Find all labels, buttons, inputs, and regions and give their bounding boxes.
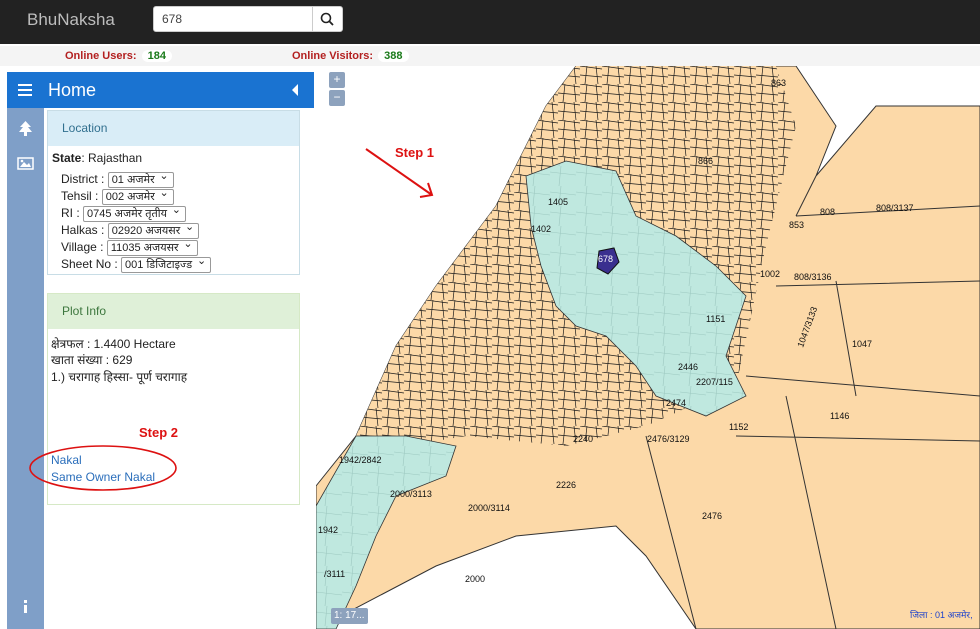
plot-number: 853 [789, 220, 805, 230]
plot-number: 2000/3114 [468, 503, 510, 513]
plot-number: 1942/2842 [339, 455, 382, 465]
online-visitors-label: Online Visitors: [292, 50, 374, 62]
info-icon[interactable] [17, 598, 34, 615]
plot-number: 863 [771, 78, 787, 88]
tehsil-select[interactable]: 002 अजमेर [101, 186, 174, 205]
plot-area: क्षेत्रफल : 1.4400 Hectare [51, 337, 176, 351]
location-panel: Location State: Rajasthan District : 01 … [47, 110, 300, 275]
ri-select[interactable]: 0745 अजमेर तृतीय [83, 203, 187, 222]
map-footer-district: जिला : 01 अजमेर, [910, 610, 973, 620]
plot-number: 808 [820, 207, 836, 217]
sheet-label: Sheet No : [61, 257, 118, 271]
search-button[interactable] [312, 6, 343, 32]
online-users-count: 184 [141, 50, 172, 62]
online-users-stat: Online Users: 184 [65, 50, 172, 62]
district-row: District : 01 अजमेर [61, 169, 174, 188]
plot-number: /3111 [324, 569, 346, 579]
plot-info-title: Plot Info [48, 294, 299, 329]
search-icon [320, 12, 334, 26]
online-stats-bar: Online Users: 184 Online Visitors: 388 [0, 46, 980, 66]
halkas-row: Halkas : 02920 अजयसर [61, 220, 200, 239]
home-title: Home [48, 80, 97, 100]
plot-number: 1405 [548, 197, 569, 207]
plot-number: 866 [698, 156, 714, 166]
ri-row: RI : 0745 अजमेर तृतीय [61, 203, 187, 222]
sidebar-rail [7, 108, 44, 629]
sheet-select[interactable]: 001 डिजिटाइज्ड [121, 254, 212, 273]
state-value: : Rajasthan [81, 151, 143, 165]
plot-number: 1047 [852, 339, 873, 349]
plot-number: 1402 [531, 224, 552, 234]
plot-number: 1151 [706, 314, 726, 324]
state-label: State [52, 151, 82, 165]
home-header: Home [7, 72, 314, 108]
menu-icon[interactable] [18, 84, 32, 96]
plot-number: 2474 [666, 398, 687, 408]
plot-number: 2446 [678, 362, 699, 372]
plot-number: 808/3137 [876, 203, 914, 213]
top-navbar: BhuNaksha [0, 0, 980, 44]
step-1-arrow-icon [365, 148, 434, 198]
plot-number: 678 [598, 254, 614, 264]
step-2-circle-icon [29, 445, 177, 491]
zoom-in-button[interactable]: + [329, 72, 345, 88]
online-visitors-stat: Online Visitors: 388 [292, 50, 409, 62]
plot-number: 2240 [573, 434, 594, 444]
plot-number: 1002 [760, 269, 781, 279]
search-input[interactable] [153, 6, 313, 32]
online-visitors-count: 388 [378, 50, 409, 62]
village-row: Village : 11035 अजयसर [61, 237, 198, 256]
plot-number: 2226 [556, 480, 577, 490]
tehsil-label: Tehsil : [61, 189, 99, 203]
plot-khata: खाता संख्या : 629 [51, 353, 133, 367]
brand-logo[interactable]: BhuNaksha [27, 10, 115, 30]
plot-number: 2476 [702, 511, 723, 521]
plot-number: 1942 [318, 525, 339, 535]
district-label: District : [61, 172, 105, 186]
scale-indicator: 1: 17... [331, 608, 368, 624]
tree-icon[interactable] [17, 120, 34, 137]
plot-number: 2476/3129 [647, 434, 690, 444]
plot-number: 808/3136 [794, 272, 832, 282]
image-icon[interactable] [17, 155, 34, 172]
plot-number: 2000/3113 [390, 489, 432, 499]
plot-number: 1146 [830, 411, 850, 421]
ri-label: RI : [61, 206, 80, 220]
online-users-label: Online Users: [65, 50, 137, 62]
plot-owner: 1.) चरागाह हिस्सा- पूर्ण चरागाह [51, 370, 188, 384]
tehsil-row: Tehsil : 002 अजमेर [61, 186, 174, 205]
plot-number: 2207/115 [696, 377, 733, 387]
location-panel-title: Location [48, 111, 299, 146]
plot-number: 1152 [729, 422, 749, 432]
halkas-label: Halkas : [61, 223, 105, 237]
sheet-row: Sheet No : 001 डिजिटाइज्ड [61, 254, 212, 273]
village-select[interactable]: 11035 अजयसर [106, 237, 198, 256]
plot-number: 2000 [465, 574, 486, 584]
village-label: Village : [61, 240, 104, 254]
collapse-left-icon[interactable] [290, 84, 300, 96]
step-2-annotation: Step 2 [139, 425, 179, 440]
state-row: State: Rajasthan [52, 151, 142, 165]
zoom-out-button[interactable]: − [329, 90, 345, 106]
